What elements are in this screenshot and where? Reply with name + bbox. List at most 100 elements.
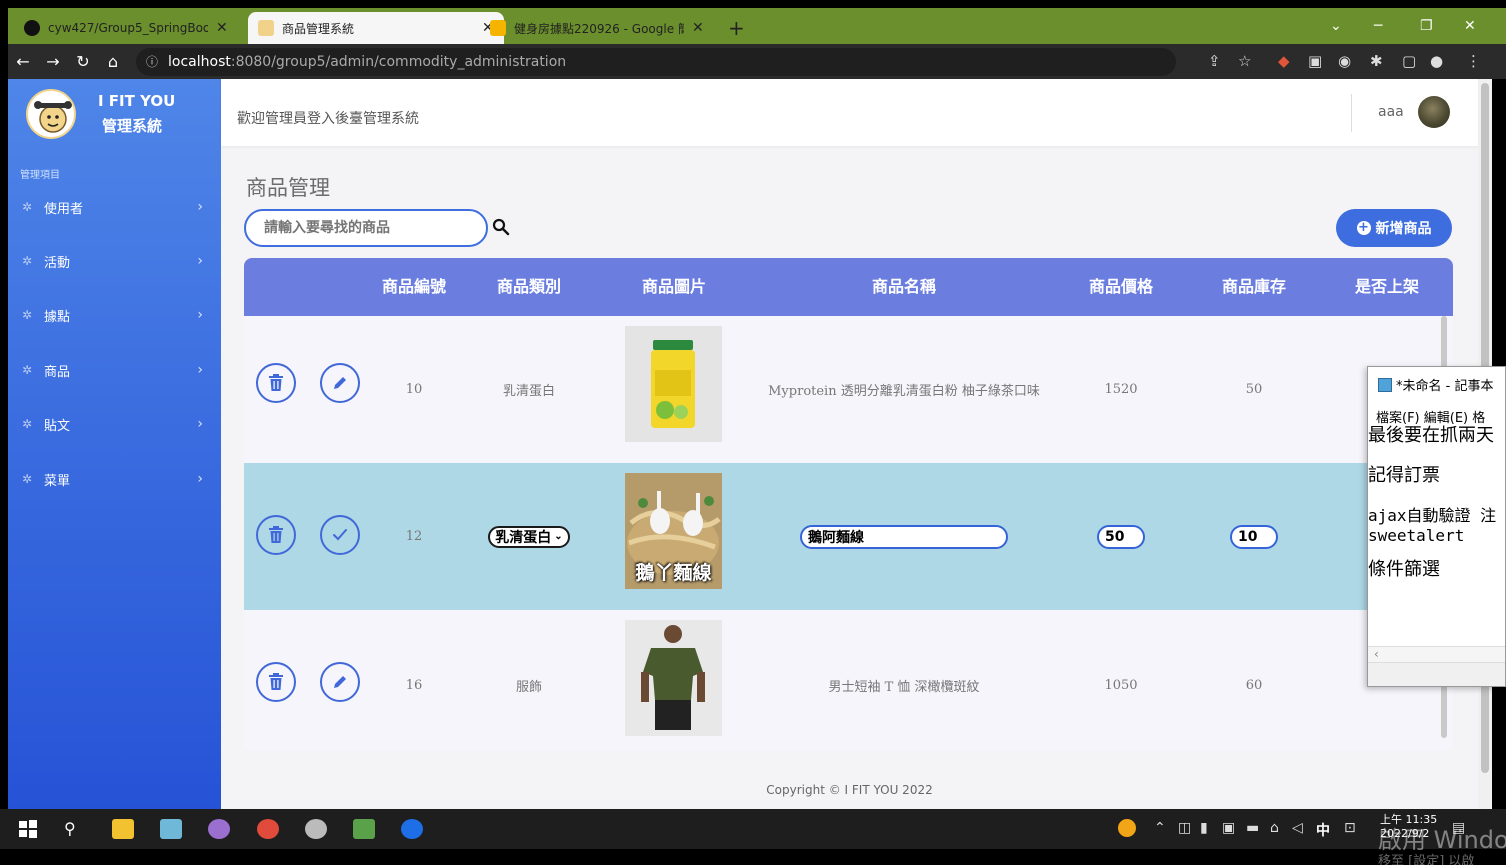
url-host: localhost <box>168 53 231 70</box>
camera-icon[interactable]: ◫ <box>1178 820 1191 836</box>
site-icon <box>258 20 274 36</box>
share-icon[interactable]: ⇪ <box>1208 52 1221 70</box>
name-input[interactable]: 鵝阿麵線 <box>800 524 1008 549</box>
confirm-button[interactable] <box>320 515 360 555</box>
tab-title: 商品管理系統 <box>282 21 355 36</box>
cell-price: 1050 <box>1104 678 1138 693</box>
price-input[interactable]: 50 <box>1097 524 1145 549</box>
notification-app-icon[interactable] <box>1118 819 1136 837</box>
footer-copyright: Copyright © I FIT YOU 2022 <box>766 783 933 797</box>
table-row-editing: 12 乳清蛋白 ⌄ 鵝丫麵線 鵝阿麵線 50 10 <box>244 463 1453 610</box>
activation-watermark-sub: 移至 [設定] 以啟 <box>1378 854 1475 865</box>
chevron-right-icon: › <box>197 253 203 269</box>
app-icon[interactable] <box>208 819 230 839</box>
gear-icon: ✲ <box>22 308 33 322</box>
ime-mode-icon[interactable]: ⊡ <box>1344 820 1356 836</box>
notepad-hscrollbar[interactable]: ‹ <box>1368 646 1505 662</box>
table-header: 商品編號 商品類別 商品圖片 商品名稱 商品價格 商品庫存 是否上架 <box>244 258 1453 316</box>
notepad-line <box>1368 487 1496 505</box>
tab-search-icon[interactable]: ⌄ <box>1330 18 1342 34</box>
mic-icon[interactable]: ▮ <box>1200 820 1208 836</box>
notepad-line <box>1368 545 1496 559</box>
sidebar-item-products[interactable]: ✲ 商品 › <box>8 355 221 385</box>
close-icon[interactable]: ✕ <box>216 20 228 36</box>
close-window-button[interactable]: ✕ <box>1464 18 1476 34</box>
extension-icon[interactable]: ◉ <box>1338 52 1351 70</box>
cell-id: 10 <box>405 382 423 397</box>
edit-button[interactable] <box>320 363 360 403</box>
forward-icon[interactable]: → <box>38 52 68 71</box>
gear-icon: ✲ <box>22 254 33 268</box>
sidepanel-icon[interactable]: ▢ <box>1402 52 1416 70</box>
reload-icon[interactable]: ↻ <box>68 52 98 71</box>
app-icon[interactable] <box>353 819 375 839</box>
cell-category: 乳清蛋白 <box>502 384 555 399</box>
sidebar-item-activities[interactable]: ✲ 活動 › <box>8 246 221 276</box>
search-icon[interactable]: ⚲ <box>64 819 86 839</box>
chevron-up-icon[interactable]: ⌃ <box>1154 820 1166 836</box>
file-explorer-icon[interactable] <box>112 819 134 839</box>
tab-slides[interactable]: 健身房據點220926 - Google 簡報 ✕ <box>480 12 714 44</box>
notepad-window[interactable]: *未命名 - 記事本 檔案(F) 編輯(E) 格 最後要在抓兩天 記得訂票 aj… <box>1367 366 1506 687</box>
notepad-text[interactable]: 最後要在抓兩天 記得訂票 ajax自動驗證 注 sweetalert 條件篩選 <box>1368 425 1496 581</box>
add-product-button[interactable]: + 新增商品 <box>1336 209 1452 247</box>
menu-icon[interactable]: ⋮ <box>1466 52 1481 70</box>
bookmark-star-icon[interactable]: ☆ <box>1238 52 1251 70</box>
cell-category: 乳清蛋白 ⌄ <box>479 463 579 610</box>
notepad-statusbar <box>1368 662 1505 686</box>
extension-icon[interactable]: ▣ <box>1308 52 1322 70</box>
url-field[interactable]: ⓘ localhost:8080/group5/admin/commodity_… <box>136 47 1176 76</box>
chevron-right-icon: › <box>197 362 203 378</box>
network-icon[interactable]: ⌂ <box>1270 820 1279 836</box>
volume-icon[interactable]: ◁ <box>1292 820 1303 836</box>
category-select[interactable]: 乳清蛋白 ⌄ <box>488 525 570 548</box>
search-icon[interactable] <box>492 218 510 236</box>
chevron-down-icon: ⌄ <box>554 531 563 542</box>
windows-start-icon[interactable] <box>18 819 40 839</box>
avatar[interactable] <box>1418 96 1450 128</box>
plus-circle-icon: + <box>1356 220 1371 235</box>
notepad-app-icon[interactable] <box>160 819 182 839</box>
search-input[interactable] <box>244 209 488 247</box>
app-icon[interactable] <box>401 819 423 839</box>
sidebar-item-menus[interactable]: ✲ 菜單 › <box>8 464 221 494</box>
notepad-line <box>1368 447 1496 465</box>
tab-title: 健身房據點220926 - Google 簡報 <box>514 21 684 36</box>
sidebar-item-posts[interactable]: ✲ 貼文 › <box>8 409 221 439</box>
trash-icon <box>269 673 283 690</box>
column-header: 是否上架 <box>1354 277 1419 296</box>
notepad-line: 最後要在抓兩天 <box>1368 425 1494 446</box>
profile-icon[interactable]: ● <box>1430 52 1443 70</box>
sidebar-item-locations[interactable]: ✲ 據點 › <box>8 300 221 330</box>
tab-admin[interactable]: 商品管理系統 ✕ <box>248 12 504 44</box>
brand-logo[interactable] <box>26 89 76 139</box>
minimize-button[interactable]: ─ <box>1374 18 1382 34</box>
battery-icon[interactable]: ▬ <box>1246 820 1259 836</box>
ime-indicator[interactable]: 中 <box>1316 820 1330 840</box>
display-icon[interactable]: ▣ <box>1222 820 1235 836</box>
back-icon[interactable]: ← <box>8 52 38 71</box>
delete-button[interactable] <box>256 515 296 555</box>
delete-button[interactable] <box>256 662 296 702</box>
username[interactable]: aaa <box>1378 104 1404 120</box>
check-icon <box>333 529 347 541</box>
welcome-message: 歡迎管理員登入後臺管理系統 <box>237 111 419 127</box>
settings-icon[interactable] <box>305 819 327 839</box>
restore-button[interactable]: ❐ <box>1420 18 1433 34</box>
delete-button[interactable] <box>256 363 296 403</box>
edit-button[interactable] <box>320 662 360 702</box>
tab-github[interactable]: cyw427/Group5_SpringBootPro ✕ <box>14 12 238 44</box>
sidebar-item-users[interactable]: ✲ 使用者 › <box>8 192 221 222</box>
extension-icon[interactable]: ◆ <box>1278 52 1290 70</box>
notepad-menu[interactable]: 檔案(F) 編輯(E) 格 <box>1376 407 1485 426</box>
chevron-left-icon[interactable]: ‹ <box>1374 647 1379 661</box>
add-button-label: 新增商品 <box>1375 221 1432 237</box>
stock-input[interactable]: 10 <box>1230 524 1278 549</box>
home-icon[interactable]: ⌂ <box>98 52 128 71</box>
new-tab-button[interactable]: + <box>728 16 745 40</box>
notepad-line: sweetalert <box>1368 526 1465 545</box>
chrome-icon[interactable] <box>257 819 279 839</box>
puzzle-icon[interactable]: ✱ <box>1370 52 1383 70</box>
close-icon[interactable]: ✕ <box>692 20 704 36</box>
column-header: 商品庫存 <box>1221 277 1286 296</box>
